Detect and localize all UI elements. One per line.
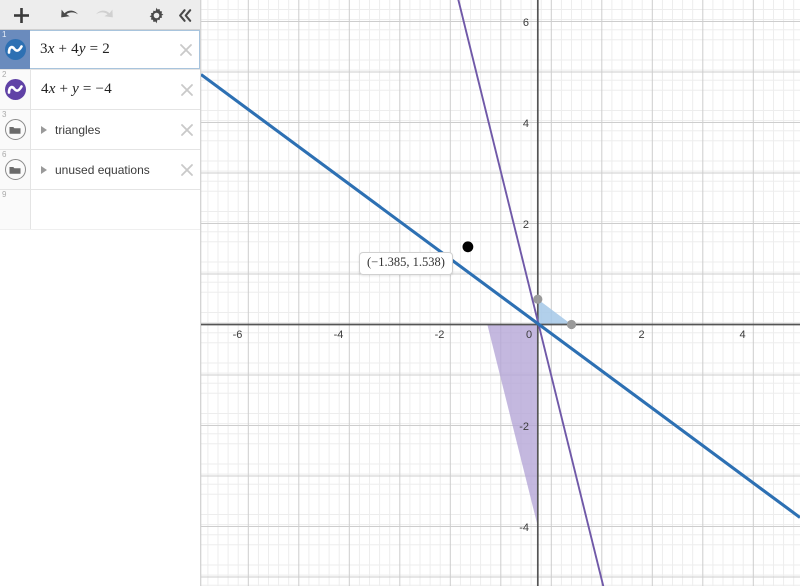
vertex-x-intercept-point[interactable] bbox=[566, 319, 577, 330]
expression-row-1[interactable]: 1 3x + 4y = 2 bbox=[0, 30, 200, 70]
major-gridlines bbox=[201, 0, 800, 586]
expression-1-icon-cell[interactable]: 1 bbox=[0, 30, 30, 69]
expression-1-input[interactable]: 3x + 4y = 2 bbox=[30, 30, 200, 69]
folder-6-label: unused equations bbox=[55, 162, 150, 177]
plus-icon bbox=[13, 7, 29, 23]
folder-circle-icon[interactable] bbox=[4, 159, 26, 180]
graph-canvas[interactable]: -6 -4 -2 0 2 4 6 4 2 -2 -4 (−1.385, 1.53… bbox=[201, 0, 800, 586]
expression-row-9-empty[interactable]: 9 bbox=[0, 190, 200, 230]
close-x-icon bbox=[181, 123, 193, 136]
x-tick-label: -6 bbox=[233, 329, 243, 341]
redo-button[interactable] bbox=[88, 0, 120, 30]
wave-circle-icon[interactable] bbox=[4, 39, 26, 60]
folder-3-row-number: 3 bbox=[2, 110, 7, 119]
caret-right-icon[interactable] bbox=[41, 165, 47, 174]
x-tick-label: -4 bbox=[334, 329, 344, 341]
add-expression-button[interactable] bbox=[4, 0, 38, 30]
expression-sidebar: 1 3x + 4y = 2 2 4x + y = −4 3 triangles … bbox=[0, 0, 201, 586]
undo-button[interactable] bbox=[54, 0, 86, 30]
blue-triangle-region bbox=[537, 299, 572, 325]
expression-1-delete-button[interactable] bbox=[178, 42, 194, 58]
expression-2-delete-button[interactable] bbox=[179, 82, 195, 98]
expression-2-input[interactable]: 4x + y = −4 bbox=[31, 70, 200, 109]
folder-6-icon-cell[interactable]: 6 bbox=[0, 150, 31, 189]
close-x-icon bbox=[181, 83, 193, 96]
x-tick-label: 4 bbox=[739, 329, 745, 341]
expression-9-row-number: 9 bbox=[2, 190, 7, 199]
wave-circle-icon[interactable] bbox=[4, 79, 26, 100]
expression-2-icon-cell[interactable]: 2 bbox=[0, 70, 31, 109]
vertex-y-intercept-point[interactable] bbox=[533, 294, 543, 304]
expression-2-math: 4x + y = −4 bbox=[41, 81, 112, 97]
intersection-point[interactable] bbox=[462, 241, 474, 253]
close-x-icon bbox=[181, 163, 193, 176]
folder-6-delete-button[interactable] bbox=[179, 162, 195, 178]
y-tick-label: 6 bbox=[523, 17, 529, 29]
caret-right-icon[interactable] bbox=[41, 125, 47, 134]
x-tick-label-zero: 0 bbox=[526, 329, 532, 341]
sidebar-toolbar bbox=[0, 0, 200, 30]
expression-list[interactable]: 1 3x + 4y = 2 2 4x + y = −4 3 triangles … bbox=[0, 30, 200, 586]
settings-button[interactable] bbox=[141, 0, 171, 30]
expression-1-math: 3x + 4y = 2 bbox=[40, 41, 110, 57]
folder-3-label: triangles bbox=[55, 122, 101, 137]
folder-6-body[interactable]: unused equations bbox=[31, 150, 200, 189]
undo-arrow-icon bbox=[61, 9, 78, 17]
expression-9-icon-cell[interactable]: 9 bbox=[0, 190, 31, 229]
graph-svg[interactable]: -6 -4 -2 0 2 4 6 4 2 -2 -4 bbox=[201, 0, 800, 586]
expression-1-row-number: 1 bbox=[2, 30, 7, 39]
redo-arrow-icon bbox=[96, 9, 113, 17]
folder-3-icon-cell[interactable]: 3 bbox=[0, 110, 31, 149]
expression-row-2[interactable]: 2 4x + y = −4 bbox=[0, 70, 200, 110]
y-tick-label: 2 bbox=[523, 219, 529, 231]
folder-3-body[interactable]: triangles bbox=[31, 110, 200, 149]
x-tick-label: -2 bbox=[435, 329, 445, 341]
folder-row-unused-equations[interactable]: 6 unused equations bbox=[0, 150, 200, 190]
point-coordinate-label: (−1.385, 1.538) bbox=[359, 252, 453, 275]
y-tick-label: -2 bbox=[519, 421, 529, 433]
double-chevron-left-icon bbox=[179, 8, 192, 22]
y-tick-label: 4 bbox=[523, 118, 529, 130]
gear-icon bbox=[149, 7, 163, 23]
x-tick-label: 2 bbox=[638, 329, 644, 341]
expression-2-row-number: 2 bbox=[2, 70, 7, 79]
y-tick-label: -4 bbox=[519, 522, 529, 534]
folder-3-delete-button[interactable] bbox=[179, 122, 195, 138]
expression-9-input[interactable] bbox=[31, 190, 200, 229]
collapse-sidebar-button[interactable] bbox=[170, 0, 200, 30]
folder-row-triangles[interactable]: 3 triangles bbox=[0, 110, 200, 150]
desmos-calculator-app: 1 3x + 4y = 2 2 4x + y = −4 3 triangles … bbox=[0, 0, 800, 586]
close-x-icon bbox=[180, 43, 192, 56]
folder-circle-icon[interactable] bbox=[4, 119, 26, 140]
folder-6-row-number: 6 bbox=[2, 150, 7, 159]
